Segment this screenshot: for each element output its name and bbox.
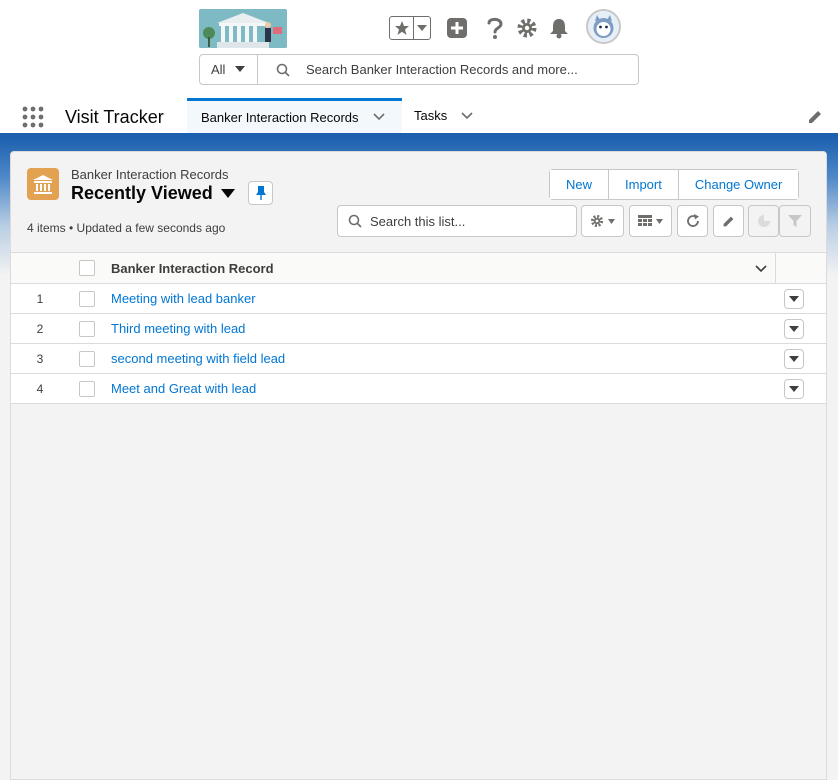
table-icon (638, 215, 652, 226)
app-nav-bar: Visit Tracker Banker Interaction Records… (0, 98, 838, 136)
tab-label: Banker Interaction Records (201, 109, 359, 125)
list-view-card: Banker Interaction Records Recently View… (10, 151, 827, 780)
charts-button[interactable] (748, 205, 779, 237)
record-link[interactable]: Meet and Great with lead (111, 381, 256, 396)
table-row: 3 second meeting with field lead (11, 344, 826, 374)
caret-down-icon (656, 218, 663, 224)
app-launcher-icon[interactable] (22, 106, 44, 128)
select-all-checkbox[interactable] (79, 260, 95, 276)
list-view-selector[interactable]: Recently Viewed (71, 183, 235, 204)
pie-chart-icon (757, 215, 770, 227)
list-search-input[interactable]: Search this list... (337, 205, 577, 237)
pin-icon (255, 186, 266, 200)
tab-tasks[interactable]: Tasks (414, 98, 484, 133)
row-action-menu[interactable] (784, 349, 804, 369)
table-header-row: Banker Interaction Record (11, 253, 826, 284)
column-header-name[interactable]: Banker Interaction Record (111, 261, 274, 276)
list-view-meta: 4 items • Updated a few seconds ago (27, 221, 226, 235)
chevron-down-icon[interactable] (754, 262, 768, 276)
list-settings-button[interactable] (581, 205, 624, 237)
global-search: All Search Banker Interaction Records an… (199, 54, 639, 85)
app-name: Visit Tracker (65, 107, 164, 127)
list-search-placeholder: Search this list... (370, 213, 466, 229)
star-icon[interactable] (390, 17, 414, 39)
row-action-menu[interactable] (784, 379, 804, 399)
row-number: 1 (36, 292, 44, 306)
gear-icon (590, 214, 604, 228)
bank-icon (27, 168, 59, 200)
global-header: All Search Banker Interaction Records an… (0, 0, 838, 98)
filter-icon (788, 215, 802, 227)
caret-down-icon (789, 326, 799, 332)
pin-button[interactable] (248, 181, 273, 205)
tab-label: Tasks (414, 108, 448, 123)
chevron-down-icon[interactable] (461, 111, 473, 120)
list-view-header: Banker Interaction Records Recently View… (11, 152, 826, 252)
row-checkbox[interactable] (79, 351, 95, 367)
search-scope-select[interactable]: All (200, 55, 258, 84)
bell-icon[interactable] (547, 16, 571, 40)
records-table: Banker Interaction Record 1 Meeting with… (11, 252, 826, 404)
table-row: 1 Meeting with lead banker (11, 284, 826, 314)
change-owner-button[interactable]: Change Owner (677, 170, 799, 199)
question-icon[interactable] (483, 16, 507, 40)
caret-down-icon (789, 296, 799, 302)
record-link[interactable]: second meeting with field lead (111, 351, 285, 366)
display-as-button[interactable] (629, 205, 672, 237)
row-checkbox[interactable] (79, 321, 95, 337)
chevron-down-icon (235, 66, 246, 72)
row-number: 4 (36, 382, 44, 396)
search-icon (276, 63, 290, 77)
caret-down-icon (789, 356, 799, 362)
global-search-placeholder: Search Banker Interaction Records and mo… (306, 62, 578, 77)
filter-button[interactable] (779, 205, 811, 237)
global-search-input[interactable]: Search Banker Interaction Records and mo… (258, 55, 638, 84)
org-logo[interactable] (199, 9, 287, 48)
favorites-button-group (389, 16, 431, 40)
search-icon (348, 214, 362, 228)
pencil-icon[interactable] (807, 109, 823, 125)
row-checkbox[interactable] (79, 381, 95, 397)
refresh-button[interactable] (677, 205, 708, 237)
list-actions: New Import Change Owner (549, 169, 800, 200)
row-number: 2 (36, 322, 44, 336)
list-view-name: Recently Viewed (71, 183, 213, 203)
record-link[interactable]: Meeting with lead banker (111, 291, 256, 306)
table-row: 4 Meet and Great with lead (11, 374, 826, 404)
inline-edit-button[interactable] (713, 205, 744, 237)
refresh-icon (686, 214, 699, 227)
tab-banker-interaction-records[interactable]: Banker Interaction Records (187, 98, 402, 133)
search-scope-label: All (211, 62, 226, 77)
gear-icon[interactable] (515, 16, 539, 40)
pencil-icon (723, 216, 734, 226)
column-divider (775, 253, 776, 284)
user-avatar[interactable] (586, 9, 621, 44)
plus-icon[interactable] (445, 16, 469, 40)
caret-down-icon (220, 189, 235, 198)
caret-down-icon (789, 386, 799, 392)
chevron-down-icon[interactable] (414, 17, 430, 39)
new-button[interactable]: New (550, 170, 609, 199)
row-action-menu[interactable] (784, 319, 804, 339)
import-button[interactable]: Import (608, 170, 678, 199)
record-link[interactable]: Third meeting with lead (111, 321, 245, 336)
object-name: Banker Interaction Records (71, 167, 229, 182)
row-action-menu[interactable] (784, 289, 804, 309)
caret-down-icon (608, 218, 615, 224)
chevron-down-icon[interactable] (372, 113, 385, 121)
row-checkbox[interactable] (79, 291, 95, 307)
row-number: 3 (36, 352, 44, 366)
table-row: 2 Third meeting with lead (11, 314, 826, 344)
